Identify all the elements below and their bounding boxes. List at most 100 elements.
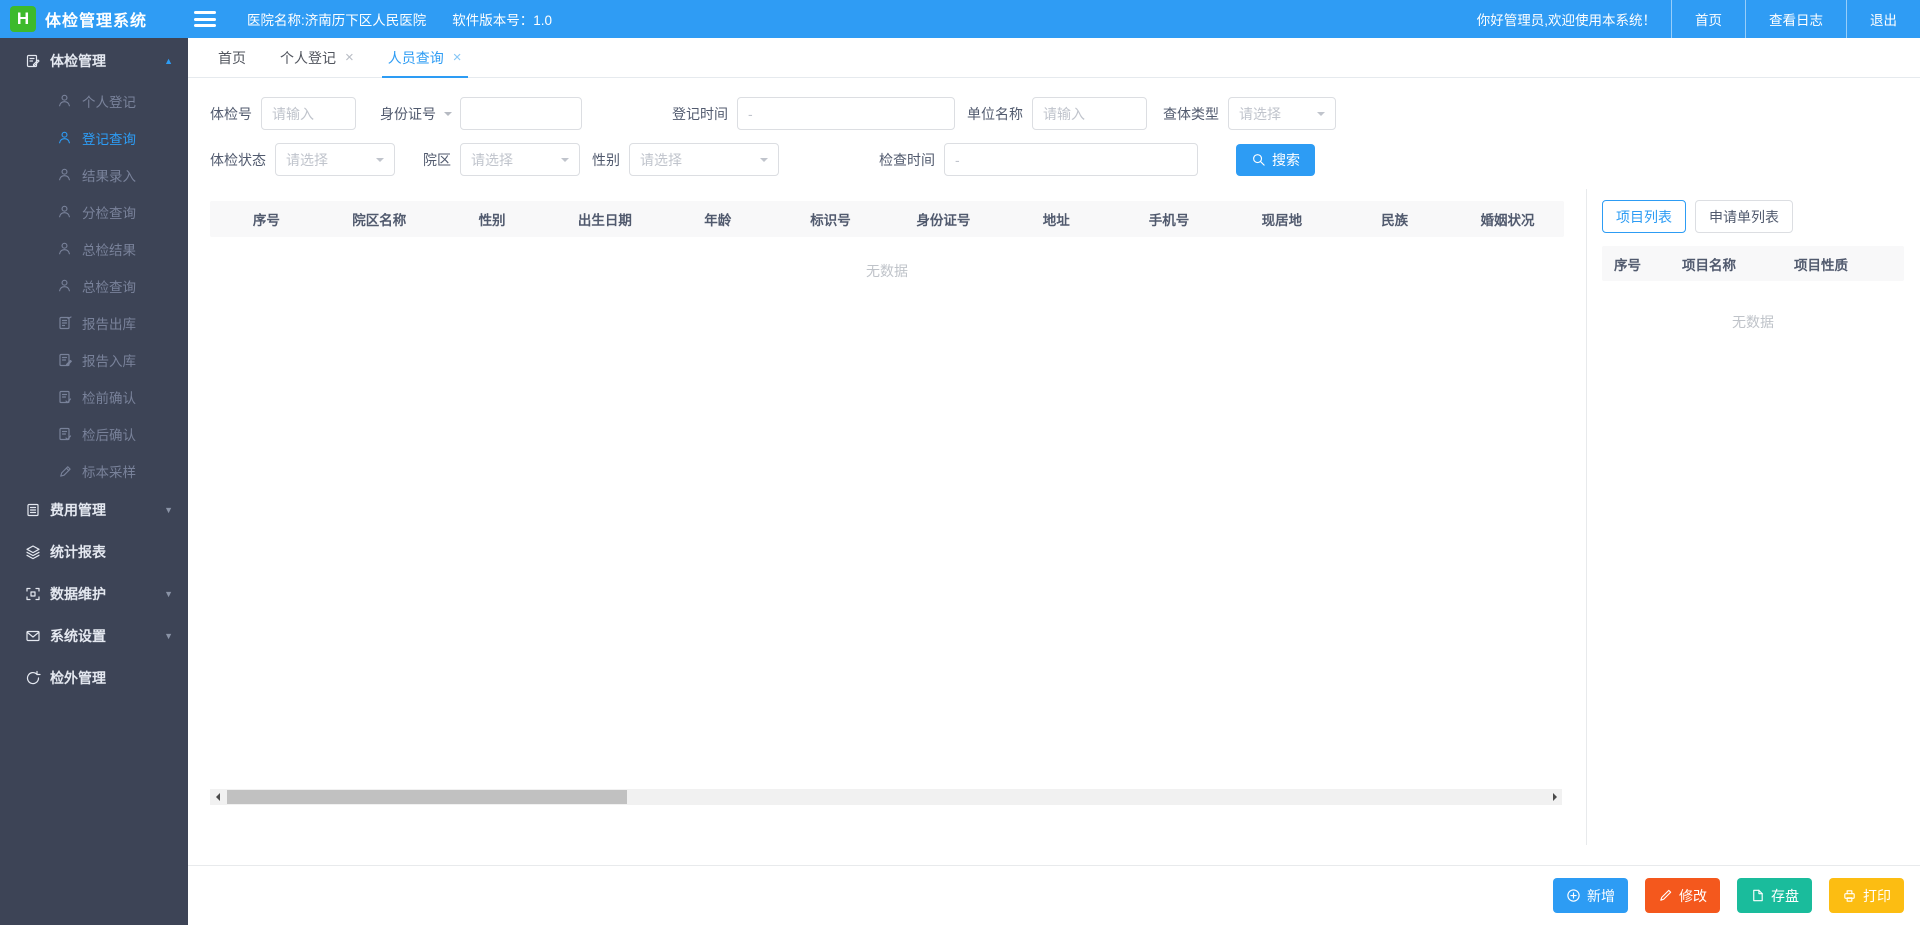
exam-type-select[interactable]: 请选择 [1228, 97, 1336, 130]
action-button-3[interactable]: 打印 [1829, 878, 1904, 913]
sidebar-item-label: 报告出库 [82, 313, 136, 333]
scrollbar-track[interactable] [224, 789, 1548, 805]
id-type-select[interactable]: 身份证号 [376, 97, 456, 130]
sidebar-item-3[interactable]: 结果录入 [0, 156, 188, 193]
column-header-8: 手机号 [1113, 209, 1226, 229]
sidebar-item-label: 检外管理 [50, 668, 106, 688]
content-split: 序号 院区名称 性别 出生日期 年龄 标识号 身份证号 地址 手机号 [188, 189, 1920, 845]
sidebar-item-12[interactable]: 费用管理 ▼ [0, 489, 188, 531]
report-in-icon [56, 351, 73, 368]
column-header-0: 序号 [210, 209, 323, 229]
scroll-right-arrow-icon[interactable] [1548, 789, 1562, 805]
column-header-1: 院区名称 [323, 209, 436, 229]
sidebar-item-5[interactable]: 总检结果 [0, 230, 188, 267]
exam-no-input[interactable] [261, 97, 356, 130]
sidebar-item-6[interactable]: 总检查询 [0, 267, 188, 304]
id-type-value: 身份证号 [380, 104, 436, 124]
sidebar-item-2[interactable]: 登记查询 [0, 119, 188, 156]
tab-label: 人员查询 [388, 48, 444, 68]
sidebar-item-label: 结果录入 [82, 165, 136, 185]
sidebar-item-label: 检后确认 [82, 424, 136, 444]
action-button-label: 打印 [1863, 886, 1891, 906]
sidebar-item-8[interactable]: 报告入库 [0, 341, 188, 378]
action-button-2[interactable]: 存盘 [1737, 878, 1812, 913]
logo-letter: H [17, 9, 29, 29]
sidebar-item-label: 总检查询 [82, 276, 136, 296]
search-icon [1251, 152, 1266, 167]
chevron-down-icon [376, 158, 384, 166]
empty-state: 无数据 [1602, 312, 1904, 332]
company-input[interactable] [1032, 97, 1147, 130]
app-title: 体检管理系统 [45, 7, 147, 31]
exam-status-placeholder: 请选择 [286, 150, 328, 170]
sidebar-item-14[interactable]: 数据维护 ▼ [0, 573, 188, 615]
person-icon [56, 166, 73, 183]
search-button-label: 搜索 [1272, 150, 1300, 170]
action-button-1[interactable]: 修改 [1645, 878, 1720, 913]
project-column-header-1: 项目名称 [1682, 254, 1794, 274]
register-time-range-input[interactable] [737, 97, 955, 130]
panel-tab-1[interactable]: 申请单列表 [1695, 200, 1793, 233]
sidebar-item-label: 系统设置 [50, 626, 106, 646]
column-header-6: 身份证号 [887, 209, 1000, 229]
action-button-label: 存盘 [1771, 886, 1799, 906]
column-header-7: 地址 [1000, 209, 1113, 229]
sidebar-item-7[interactable]: 报告出库 [0, 304, 188, 341]
topbar-nav-item-1[interactable]: 查看日志 [1746, 0, 1846, 38]
top-bar: H 体检管理系统 医院名称:济南历下区人民医院 软件版本号：1.0 你好管理员,… [0, 0, 1920, 38]
campus-placeholder: 请选择 [471, 150, 513, 170]
caret-icon: ▼ [164, 589, 173, 599]
topbar-nav-item-0[interactable]: 首页 [1672, 0, 1745, 38]
register-time-label: 登记时间 [672, 104, 728, 124]
action-bar: 新增 修改 存盘 打印 [188, 865, 1920, 925]
tab-label: 首页 [218, 48, 246, 68]
person-icon [56, 92, 73, 109]
exam-type-placeholder: 请选择 [1239, 104, 1281, 124]
sidebar-item-label: 标本采样 [82, 461, 136, 481]
sidebar-item-13[interactable]: 统计报表 [0, 531, 188, 573]
gender-select[interactable]: 请选择 [629, 143, 779, 176]
column-header-3: 出生日期 [548, 209, 661, 229]
sidebar-item-0[interactable]: 体检管理 ▲ [0, 40, 188, 82]
scrollbar-thumb[interactable] [227, 790, 627, 804]
app-logo: H [10, 6, 36, 32]
sidebar-item-10[interactable]: 检后确认 [0, 415, 188, 452]
id-no-input[interactable] [460, 97, 582, 130]
sidebar-item-label: 报告入库 [82, 350, 136, 370]
person-icon [56, 240, 73, 257]
column-header-11: 婚姻状况 [1451, 209, 1564, 229]
action-button-label: 修改 [1679, 886, 1707, 906]
sidebar-item-16[interactable]: 检外管理 [0, 657, 188, 699]
sidebar-item-label: 总检结果 [82, 239, 136, 259]
sidebar-item-15[interactable]: 系统设置 ▼ [0, 615, 188, 657]
close-icon[interactable]: × [345, 50, 354, 65]
topbar-nav-item-2[interactable]: 退出 [1847, 0, 1920, 38]
sidebar-item-label: 个人登记 [82, 91, 136, 111]
tab-2[interactable]: 人员查询 × [371, 38, 479, 77]
chevron-down-icon [1317, 112, 1325, 120]
caret-icon: ▼ [164, 631, 173, 641]
scroll-left-arrow-icon[interactable] [210, 789, 224, 805]
exam-status-select[interactable]: 请选择 [275, 143, 395, 176]
check-time-range-input[interactable] [944, 143, 1198, 176]
action-button-0[interactable]: 新增 [1553, 878, 1628, 913]
tab-1[interactable]: 个人登记 × [263, 38, 371, 77]
search-button[interactable]: 搜索 [1236, 144, 1315, 176]
project-column-header-2: 项目性质 [1794, 254, 1894, 274]
hamburger-icon[interactable] [194, 11, 216, 27]
tab-0[interactable]: 首页 [201, 38, 263, 77]
close-icon[interactable]: × [453, 50, 462, 65]
sidebar-item-label: 登记查询 [82, 128, 136, 148]
person-icon [56, 129, 73, 146]
campus-select[interactable]: 请选择 [460, 143, 580, 176]
empty-state: 无数据 [210, 261, 1564, 281]
panel-tab-0[interactable]: 项目列表 [1602, 200, 1686, 233]
chevron-down-icon [561, 158, 569, 166]
sidebar-item-1[interactable]: 个人登记 [0, 82, 188, 119]
person-icon [56, 277, 73, 294]
chevron-down-icon [760, 158, 768, 166]
sidebar-item-4[interactable]: 分检查询 [0, 193, 188, 230]
sidebar-item-9[interactable]: 检前确认 [0, 378, 188, 415]
sidebar-item-11[interactable]: 标本采样 [0, 452, 188, 489]
horizontal-scrollbar[interactable] [210, 789, 1562, 805]
